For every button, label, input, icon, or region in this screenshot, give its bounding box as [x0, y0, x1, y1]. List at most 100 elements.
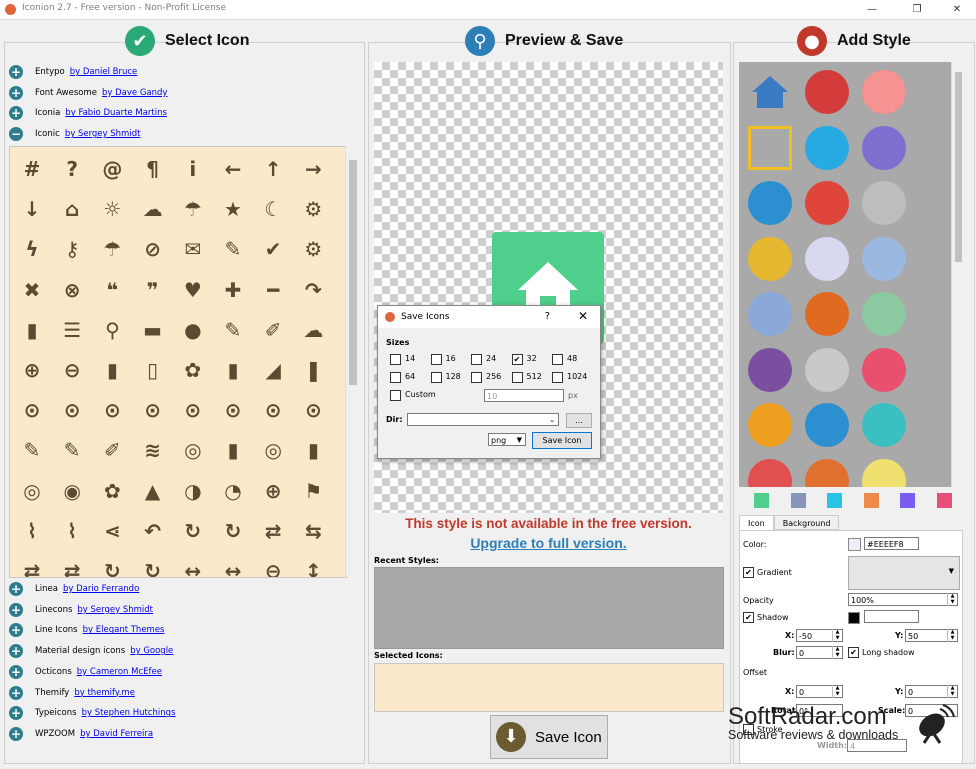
grid-icon[interactable]: ⊙ [253, 390, 293, 430]
grid-icon[interactable]: ⚙ [293, 229, 333, 269]
style-preset[interactable] [805, 236, 849, 281]
grid-icon[interactable]: ✉ [173, 229, 213, 269]
style-grid-scroll-thumb[interactable] [955, 72, 962, 262]
grid-icon[interactable]: ↑ [253, 149, 293, 189]
grid-icon[interactable]: ⊙ [133, 390, 173, 430]
grid-icon[interactable]: ⇄ [12, 551, 52, 577]
expand-icon[interactable]: + [9, 602, 23, 617]
grid-icon[interactable]: ↷ [293, 270, 333, 310]
color-swatch-preset[interactable] [754, 493, 769, 508]
style-preset[interactable] [748, 236, 792, 281]
grid-icon[interactable]: ☂ [92, 229, 132, 269]
library-author-link[interactable]: by Cameron McEfee [77, 667, 162, 677]
size-checkbox[interactable]: ✔ [511, 354, 523, 365]
grid-icon[interactable]: ⚑ [293, 471, 333, 511]
library-bottom-7[interactable]: + WPZOOM by David Ferreira [9, 725, 153, 743]
size-checkbox[interactable] [430, 372, 442, 383]
grid-icon[interactable]: ⌇ [52, 511, 92, 551]
opacity-spinner[interactable]: ▲ ▼ [947, 593, 957, 606]
grid-icon[interactable]: ⊙ [293, 390, 333, 430]
blur-spinner[interactable]: ▲ ▼ [832, 646, 842, 659]
library-author-link[interactable]: by Google [130, 646, 173, 656]
long-shadow-checkbox[interactable]: ✔ [848, 647, 859, 658]
grid-icon[interactable]: ▮ [213, 430, 253, 470]
library-author-link[interactable]: by David Ferreira [80, 729, 153, 739]
grid-icon[interactable]: ↓ [12, 189, 52, 229]
expand-icon[interactable]: + [9, 685, 23, 700]
grid-icon[interactable]: ✐ [253, 310, 293, 350]
grid-icon[interactable]: ⚲ [92, 310, 132, 350]
library-author-link[interactable]: by Sergey Shmidt [77, 605, 153, 615]
grid-icon[interactable]: ⚷ [52, 229, 92, 269]
library-author-link[interactable]: by Stephen Hutchings [82, 708, 176, 718]
close-window-button[interactable]: ✕ [942, 2, 972, 17]
grid-icon[interactable]: ❝ [92, 270, 132, 310]
style-preset[interactable] [862, 236, 906, 281]
grid-icon[interactable]: ⊙ [173, 390, 213, 430]
grid-icon[interactable]: ↔ [213, 551, 253, 577]
recent-styles-area[interactable] [374, 567, 724, 649]
grid-icon[interactable]: ↻ [92, 551, 132, 577]
grid-icon[interactable]: ✔ [253, 229, 293, 269]
dir-select[interactable]: ⌄ [407, 413, 559, 426]
style-preset[interactable] [748, 125, 792, 170]
offset-x-spinner[interactable]: ▲ ▼ [832, 685, 842, 698]
style-preset[interactable] [748, 70, 792, 114]
size-checkbox[interactable] [552, 354, 563, 365]
format-select[interactable]: png ▼ [488, 433, 526, 446]
size-checkbox[interactable] [390, 354, 401, 365]
maximize-button[interactable]: ❐ [902, 2, 932, 17]
library-top-2[interactable]: + Iconia by Fabio Duarte Martins [9, 104, 167, 122]
grid-icon[interactable]: ⌂ [52, 189, 92, 229]
style-preset[interactable] [862, 403, 906, 447]
grid-icon[interactable]: ◑ [173, 471, 213, 511]
grid-icon[interactable]: ☾ [253, 189, 293, 229]
grid-icon[interactable]: ━ [253, 270, 293, 310]
library-author-link[interactable]: by Daniel Bruce [70, 67, 138, 77]
grid-icon[interactable]: ▲ [133, 471, 173, 511]
style-preset[interactable] [748, 181, 792, 225]
size-checkbox[interactable] [390, 372, 401, 383]
style-preset[interactable] [862, 70, 906, 114]
grid-icon[interactable]: ★ [213, 189, 253, 229]
color-swatch-preset[interactable] [863, 493, 879, 508]
grid-icon[interactable]: ? [52, 149, 92, 189]
grid-icon[interactable]: ◎ [173, 430, 213, 470]
grid-icon[interactable]: ⊙ [52, 390, 92, 430]
style-preset[interactable] [805, 347, 849, 392]
grid-icon[interactable]: @ [92, 149, 132, 189]
grid-icon[interactable]: ◎ [253, 430, 293, 470]
color-input[interactable]: #EEEEF8 [864, 537, 919, 550]
library-bottom-6[interactable]: + Typeicons by Stephen Hutchings [9, 704, 176, 722]
grid-icon[interactable]: ⊕ [253, 471, 293, 511]
grid-icon[interactable]: ▯ [133, 350, 173, 390]
library-top-3[interactable]: − Iconic by Sergey Shmidt [9, 125, 140, 143]
style-preset[interactable] [862, 458, 906, 487]
grid-icon[interactable]: ⇄ [52, 551, 92, 577]
grid-icon[interactable]: ⚙ [293, 189, 333, 229]
style-preset[interactable] [748, 403, 792, 447]
grid-icon[interactable]: ▮ [12, 310, 52, 350]
grid-icon[interactable]: ✐ [92, 430, 132, 470]
grid-icon[interactable]: i [173, 149, 213, 189]
grid-icon[interactable]: ✎ [52, 430, 92, 470]
grid-icon[interactable]: ⊙ [12, 390, 52, 430]
grid-icon[interactable]: ↻ [173, 511, 213, 551]
grid-icon[interactable]: ◉ [52, 471, 92, 511]
library-author-link[interactable]: by Elegant Themes [83, 625, 165, 635]
grid-icon[interactable]: ⋖ [92, 511, 132, 551]
grid-icon[interactable]: ◢ [253, 350, 293, 390]
opacity-input[interactable]: 100% [848, 593, 958, 606]
color-swatch-preset[interactable] [900, 493, 915, 508]
library-author-link[interactable]: by themify.me [74, 688, 135, 698]
grid-icon[interactable]: ⌇ [12, 511, 52, 551]
grid-icon[interactable]: ▮ [92, 350, 132, 390]
grid-icon[interactable]: ⇄ [253, 511, 293, 551]
grid-icon[interactable]: ♥ [173, 270, 213, 310]
grid-icon[interactable]: # [12, 149, 52, 189]
grid-icon[interactable]: ⊘ [133, 229, 173, 269]
color-swatch-preset[interactable] [936, 493, 952, 508]
style-preset[interactable] [805, 403, 849, 447]
grid-icon[interactable]: ¶ [133, 149, 173, 189]
dialog-close-button[interactable]: ✕ [578, 309, 588, 323]
